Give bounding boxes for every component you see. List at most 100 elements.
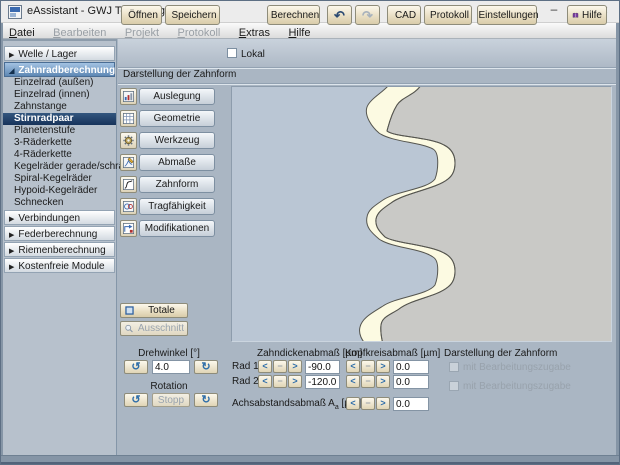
gear-mesh-drawing	[359, 87, 611, 341]
sidebar-group-zahnradberechnung[interactable]: ◢ Zahnradberechnung	[4, 62, 115, 77]
sidebar-item-3-raederkette[interactable]: 3-Räderkette	[3, 137, 116, 149]
stopp-button: Stopp	[152, 393, 190, 407]
full-view-icon	[125, 306, 134, 315]
sidebar-item-hypoid-kegelraeder[interactable]: Hypoid-Kegelräder	[3, 185, 116, 197]
rad1-kopfkreis-reset-button: −	[361, 360, 375, 373]
rad1-zahndicke-increase-button[interactable]: >	[288, 360, 302, 373]
minimize-icon[interactable]: –	[541, 1, 567, 22]
rad1-kopfkreis-decrease-button[interactable]: <	[346, 360, 360, 373]
save-button[interactable]: Speichern	[165, 5, 220, 25]
app-icon	[8, 5, 22, 19]
sidebar-item-einzelrad-innen[interactable]: Einzelrad (innen)	[3, 89, 116, 101]
rad2-kopfkreis-input[interactable]	[393, 375, 429, 389]
sidebar-group-federberechnung[interactable]: ▶ Federberechnung	[4, 226, 115, 241]
sidebar-group-welle-lager[interactable]: ▶ Welle / Lager	[4, 46, 115, 61]
totale-button[interactable]: Totale	[120, 303, 188, 318]
sidebar-group-riemenberechnung[interactable]: ▶ Riemenberechnung	[4, 242, 115, 257]
sidebar-item-stirnradpaar[interactable]: Stirnradpaar	[3, 113, 116, 125]
nav-werkzeug-button[interactable]: Werkzeug	[139, 132, 215, 149]
rad2-zahndicke-decrease-button[interactable]: <	[258, 375, 272, 388]
achsabstand-decrease-button[interactable]: <	[346, 397, 360, 410]
group-label: Kostenfreie Module	[18, 261, 105, 272]
lokal-label: Lokal	[241, 49, 265, 60]
rotation-ccw-button[interactable]: ↺	[124, 393, 148, 407]
hilfe-button[interactable]: Hilfe	[567, 5, 607, 25]
modification-arrow-icon	[123, 223, 134, 234]
sidebar-item-einzelrad-aussen[interactable]: Einzelrad (außen)	[3, 77, 116, 89]
achsabstand-input[interactable]	[393, 397, 429, 411]
sidebar-item-4-raederkette[interactable]: 4-Räderkette	[3, 149, 116, 161]
geometrie-icon-button[interactable]	[120, 110, 137, 127]
undo-button[interactable]: ↶	[327, 5, 352, 25]
open-label: Öffnen	[128, 9, 158, 21]
abmasse-icon-button[interactable]	[120, 154, 137, 171]
modifikationen-icon-button[interactable]	[120, 220, 137, 237]
nav-auslegung-button[interactable]: Auslegung	[139, 88, 215, 105]
achsabstand-increase-button[interactable]: >	[376, 397, 390, 410]
nav-geometrie-button[interactable]: Geometrie	[139, 110, 215, 127]
protokoll-label: Protokoll	[430, 9, 469, 21]
toolbar	[118, 39, 618, 68]
nav-modifikationen-button[interactable]: Modifikationen	[139, 220, 215, 237]
drehwinkel-input[interactable]	[152, 360, 190, 374]
calculate-button[interactable]: Berechnen	[267, 5, 320, 25]
group-label: Zahnradberechnung	[18, 65, 116, 76]
decrease-icon: <	[262, 376, 268, 386]
view-caption: Darstellung der Zahnform	[123, 69, 237, 80]
decrease-icon: <	[350, 361, 356, 371]
rad2-zahndicke-increase-button[interactable]: >	[288, 375, 302, 388]
tolerance-pencil-icon	[123, 157, 134, 168]
minus-icon: −	[365, 376, 371, 386]
rotate-ccw-step-button[interactable]: ↺	[124, 360, 148, 374]
werkzeug-icon-button[interactable]	[120, 132, 137, 149]
tooth-form-canvas[interactable]	[231, 86, 612, 342]
minus-icon: −	[365, 361, 371, 371]
tragfaehigkeit-icon-button[interactable]	[120, 198, 137, 215]
calculate-label: Berechnen	[270, 9, 320, 21]
nav-zahnform-button[interactable]: Zahnform	[139, 176, 215, 193]
rotate-ccw-icon: ↺	[131, 394, 141, 406]
rotate-cw-icon: ↻	[201, 394, 211, 406]
sidebar-item-planetenstufe[interactable]: Planetenstufe	[3, 125, 116, 137]
tool-gear-icon	[123, 135, 134, 146]
open-button[interactable]: Öffnen	[121, 5, 162, 25]
decrease-icon: <	[350, 376, 356, 386]
sidebar-item-zahnstange[interactable]: Zahnstange	[3, 101, 116, 113]
undo-icon: ↶	[334, 7, 345, 23]
nav-abmasse-button[interactable]: Abmaße	[139, 154, 215, 171]
zoom-section-icon	[125, 324, 133, 333]
zahnform-icon-button[interactable]	[120, 176, 137, 193]
rad1-kopfkreis-input[interactable]	[393, 360, 429, 374]
rad2-zahndicke-input[interactable]	[305, 375, 340, 389]
sidebar-group-kostenfreie-module[interactable]: ▶ Kostenfreie Module	[4, 258, 115, 273]
decrease-icon: <	[262, 361, 268, 371]
sidebar-item-kegelraeder[interactable]: Kegelräder gerade/schräg	[3, 161, 130, 173]
hilfe-label: Hilfe	[581, 9, 602, 21]
cad-label: CAD	[394, 9, 417, 21]
rotation-cw-button[interactable]: ↻	[194, 393, 218, 407]
protokoll-button[interactable]: Protokoll	[424, 5, 472, 25]
bearbeitungszugabe1-label: mit Bearbeitungszugabe	[463, 362, 571, 373]
sidebar-item-schnecken[interactable]: Schnecken	[3, 197, 116, 209]
menu-bar: Datei Bearbeiten Projekt Protokoll Extra…	[2, 23, 619, 39]
minus-icon: −	[277, 361, 283, 371]
sidebar-item-spiral-kegelraeder[interactable]: Spiral-Kegelräder	[3, 173, 116, 185]
bearbeitungszugabe2-label: mit Bearbeitungszugabe	[463, 381, 571, 392]
rad2-kopfkreis-decrease-button[interactable]: <	[346, 375, 360, 388]
collapsed-arrow-icon: ▶	[9, 231, 15, 239]
nav-tragfaehigkeit-button[interactable]: Tragfähigkeit	[139, 198, 215, 215]
rotate-cw-step-button[interactable]: ↻	[194, 360, 218, 374]
cad-button[interactable]: CAD	[387, 5, 421, 25]
lokal-checkbox[interactable]	[227, 48, 237, 58]
auslegung-icon-button[interactable]	[120, 88, 137, 105]
rad1-zahndicke-decrease-button[interactable]: <	[258, 360, 272, 373]
rad2-label: Rad 2	[232, 376, 259, 387]
drehwinkel-label: Drehwinkel [°]	[138, 348, 200, 359]
rad1-kopfkreis-increase-button[interactable]: >	[376, 360, 390, 373]
bearbeitungszugabe2-checkbox	[449, 381, 459, 391]
rad2-kopfkreis-increase-button[interactable]: >	[376, 375, 390, 388]
sidebar-group-verbindungen[interactable]: ▶ Verbindungen	[4, 210, 115, 225]
achsabstand-reset-button: −	[361, 397, 375, 410]
rad1-zahndicke-input[interactable]	[305, 360, 340, 374]
einstellungen-button[interactable]: Einstellungen	[477, 5, 539, 25]
